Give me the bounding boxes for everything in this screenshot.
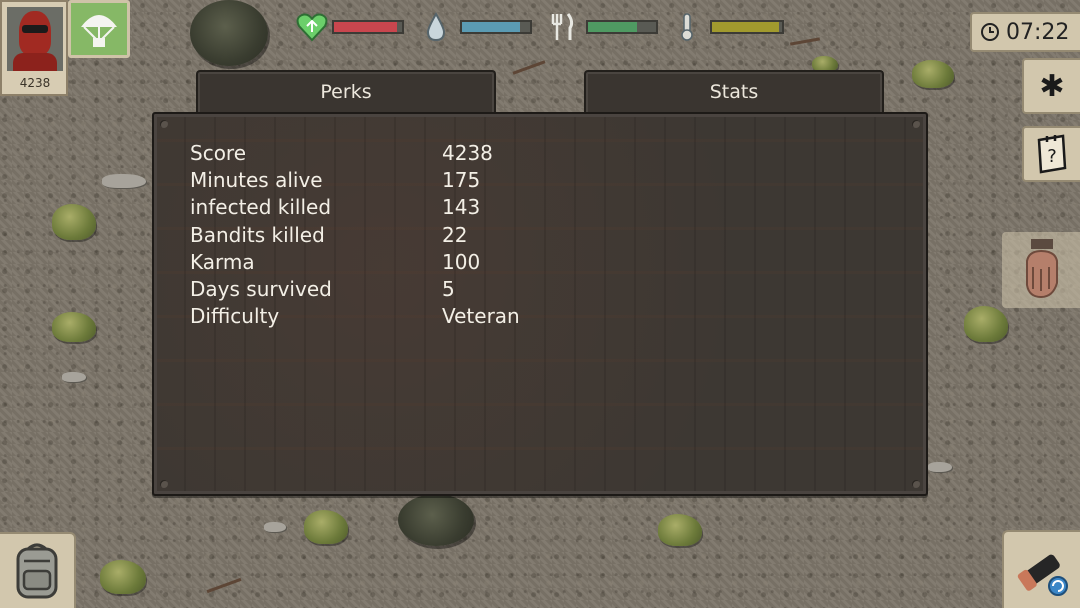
bush (304, 510, 348, 544)
gear-icon: ✱ (1039, 68, 1065, 104)
thirst-bar-fill (462, 22, 520, 32)
inventory-button[interactable] (0, 532, 76, 608)
stat-value: 100 (442, 249, 481, 274)
stat-label: Bandits killed (190, 222, 325, 247)
stat-value: 5 (442, 277, 455, 301)
svg-text:?: ? (1047, 146, 1057, 167)
panel-rivet (160, 120, 168, 128)
settings-button[interactable]: ✱ (1022, 58, 1080, 114)
thermometer-icon (681, 13, 693, 41)
bush (964, 306, 1008, 342)
hunger-bar-fill (588, 22, 637, 32)
rock (928, 462, 952, 472)
stat-value: 143 (442, 195, 481, 220)
stat-value: 22 (442, 222, 468, 247)
panel-rivet (160, 480, 168, 488)
tree (190, 0, 268, 66)
tree-trunk (789, 37, 821, 46)
thirst-bar (460, 20, 532, 34)
clock-time: 07:22 (1006, 19, 1070, 45)
health-bar (332, 20, 404, 34)
stat-label: infected killed (190, 195, 332, 220)
bush (912, 60, 954, 88)
quests-button[interactable]: ? (1022, 126, 1080, 182)
health-status (296, 12, 408, 44)
player-portrait[interactable]: 4238 (0, 0, 68, 96)
temperature-status (676, 12, 788, 44)
bush (658, 514, 702, 546)
stat-label: Minutes alive (190, 168, 323, 193)
stat-label: Difficulty (190, 304, 280, 329)
rock (102, 174, 146, 188)
temperature-bar-fill (712, 22, 779, 32)
fork-knife-icon (551, 13, 574, 40)
notes-icon: ? (1037, 134, 1067, 174)
stat-value: Veteran (442, 304, 520, 329)
panel-rivet (912, 120, 920, 128)
hunger-status (548, 12, 660, 44)
clock-icon (981, 23, 999, 41)
hunger-bar (586, 20, 658, 34)
tree (398, 494, 474, 546)
bush (100, 560, 146, 594)
tab-stats[interactable]: Stats (584, 70, 884, 116)
equipped-item-button[interactable] (1002, 530, 1080, 608)
parachute-icon (81, 15, 117, 47)
player-score: 4238 (19, 76, 51, 90)
fallen-branch (206, 577, 242, 594)
hand-icon (1026, 239, 1058, 299)
heart-icon (296, 13, 328, 42)
panel-rivet (912, 480, 920, 488)
bush (52, 204, 96, 240)
stat-label: Days survived (190, 277, 332, 301)
bush (52, 312, 96, 342)
stat-label: Karma (190, 249, 255, 274)
health-bar-fill (334, 22, 397, 32)
interact-hand-button[interactable] (1002, 232, 1080, 308)
temperature-bar (710, 20, 784, 34)
flashlight-icon (1017, 554, 1068, 596)
game-clock: 07:22 (970, 12, 1080, 52)
tab-perks[interactable]: Perks (196, 70, 496, 116)
airdrop-button[interactable] (68, 0, 130, 58)
player-avatar (7, 7, 63, 71)
stats-panel: Score 4238 Minutes alive 175 infected killed… (152, 112, 928, 496)
stat-value: 175 (442, 168, 481, 193)
water-drop-icon (426, 12, 446, 42)
stat-label: Score (190, 141, 247, 165)
stat-value: 4238 (442, 141, 493, 165)
rock (62, 372, 86, 382)
rock (264, 522, 286, 532)
thirst-status (424, 12, 536, 44)
fallen-branch (512, 60, 546, 75)
backpack-icon (16, 543, 58, 599)
